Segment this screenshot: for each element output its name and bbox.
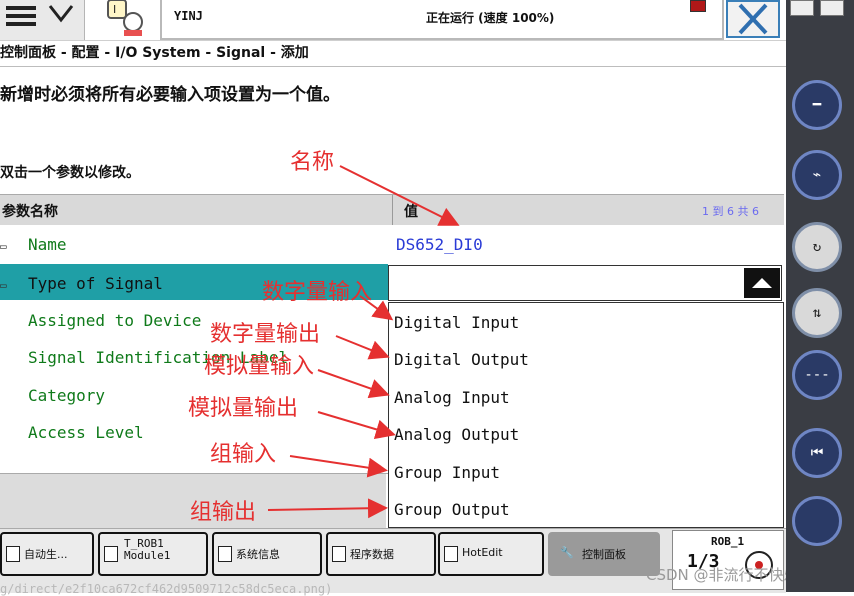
annotation-group-input: 组输入 [210, 442, 277, 467]
close-icon [738, 3, 768, 35]
row-doc-icon: ▭ [0, 240, 7, 253]
option-group-output[interactable]: Group Output [394, 500, 510, 519]
program-icon [104, 546, 118, 562]
pendant-step-back-button[interactable]: ⏮ [792, 428, 842, 478]
param-row-name[interactable]: Name [28, 235, 67, 254]
annotation-group-output: 组输出 [190, 500, 257, 525]
table-header: 参数名称 值 1 到 6 共 6 [0, 194, 784, 226]
hamburger-icon [6, 2, 36, 30]
pendant-jog-button[interactable]: ⌁ [792, 150, 842, 200]
option-analog-input[interactable]: Analog Input [394, 388, 510, 407]
option-digital-output[interactable]: Digital Output [394, 350, 529, 369]
pagination: 1 到 6 共 6 [702, 205, 759, 218]
signal-type-select[interactable] [388, 265, 782, 301]
param-row-value[interactable]: DS652_DI0 [396, 235, 483, 254]
pendant-top-button-left[interactable] [790, 0, 814, 16]
param-row-category[interactable]: Category [28, 386, 105, 405]
taskbar-control-panel[interactable]: 🔧 控制面板 [548, 532, 660, 576]
header-divider [392, 195, 393, 225]
svg-text:I: I [113, 3, 116, 16]
pendant-more-button[interactable]: --- [792, 350, 842, 400]
status-flag-icon [690, 0, 706, 12]
option-group-input[interactable]: Group Input [394, 463, 500, 482]
option-digital-input[interactable]: Digital Input [394, 313, 519, 332]
robot-label: ROB_1 [711, 535, 745, 548]
pendant-step-forward-button[interactable] [792, 496, 842, 546]
header-value: 值 [404, 204, 418, 220]
data-icon [332, 546, 346, 562]
signal-type-options [388, 302, 784, 528]
option-analog-output[interactable]: Analog Output [394, 425, 519, 444]
param-row-assigned-to-device[interactable]: Assigned to Device [28, 311, 201, 330]
wrench-icon: 🔧 [560, 546, 574, 559]
param-row-access-level[interactable]: Access Level [28, 423, 144, 442]
watermark: CSDN @非流行不快乐 [646, 566, 799, 584]
pendant-rotate-button[interactable]: ↻ [792, 222, 842, 272]
pendant-toggle-button[interactable]: ⇅ [792, 288, 842, 338]
info-icon [218, 546, 232, 562]
divider [0, 66, 786, 67]
edit-hint: 双击一个参数以修改。 [0, 165, 140, 181]
status-panel[interactable]: YINJ 正在运行 (速度 100%) [160, 0, 724, 40]
header-param-name: 参数名称 [2, 204, 58, 220]
main-menu-button[interactable] [0, 0, 85, 40]
system-name: YINJ [174, 9, 203, 23]
breadcrumb: 控制面板 - 配置 - I/O System - Signal - 添加 [0, 45, 309, 61]
pendant-side-panel: ━ ⌁ ↻ ⇅ --- ⏮ [786, 0, 854, 592]
instruction-text: 新增时必须将所有必要输入项设置为一个值。 [0, 85, 340, 105]
taskbar-system-info[interactable]: 系统信息 [212, 532, 322, 576]
param-row-type-of-signal[interactable]: Type of Signal [28, 274, 163, 293]
dropdown-up-arrow-icon[interactable] [744, 268, 780, 298]
taskbar-program-data[interactable]: 程序数据 [326, 532, 436, 576]
pendant-minus-button[interactable]: ━ [792, 80, 842, 130]
taskbar-t-rob1-module1[interactable]: T_ROB1 Module1 [98, 532, 208, 576]
run-status: 正在运行 (速度 100%) [426, 11, 555, 25]
taskbar-hotedit[interactable]: HotEdit [438, 532, 544, 576]
hotedit-icon [444, 546, 458, 562]
annotation-analog-output: 模拟量输出 [188, 396, 299, 421]
annotation-digital-output: 数字量输出 [210, 322, 321, 347]
close-button[interactable] [726, 0, 780, 38]
io-signal-icon[interactable]: I [100, 0, 150, 36]
url-fragment: g/direct/e2f10ca672cf462d9509712c58dc5ec… [0, 582, 333, 596]
annotation-digital-input: 数字量输入 [262, 280, 373, 305]
row-doc-icon: ▭ [0, 279, 7, 292]
taskbar-auto-gen[interactable]: 自动生... [0, 532, 94, 576]
annotation-analog-input: 模拟量输入 [204, 354, 315, 379]
window-icon [6, 546, 20, 562]
chevron-down-icon [48, 5, 74, 23]
pendant-top-button-right[interactable] [820, 0, 844, 16]
annotation-name: 名称 [290, 150, 335, 175]
